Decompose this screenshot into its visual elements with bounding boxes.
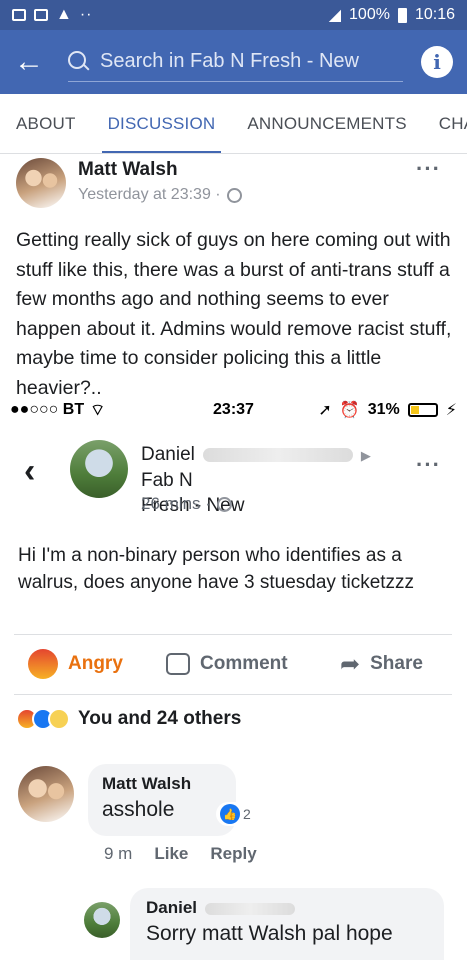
thumbs-up-icon: 👍 [220,804,240,824]
group-tabs: ABOUT DISCUSSION ANNOUNCEMENTS CHA [0,94,467,154]
reply-text: Sorry matt Walsh pal hope [146,922,393,945]
outlook-icon [34,9,48,21]
post-author[interactable]: Matt Walsh [78,159,178,181]
reply-bubble: Daniel Sorry matt Walsh pal hope [130,888,444,960]
comment-text: asshole [102,798,175,821]
comment-reply-link: Reply [210,844,257,863]
embed-author-name: Daniel [141,444,195,465]
tab-chats[interactable]: CHA [439,94,467,153]
comment-like-badge: 👍 2 [216,802,255,826]
comment-button: Comment [166,653,288,675]
redacted-surname [205,902,296,915]
post-text: Getting really sick of guys on here comi… [16,229,452,399]
comment-age: 9 m [104,844,133,863]
angry-reaction-button: Angry [28,649,123,679]
post-timestamp[interactable]: Yesterday at 23:39 · [78,186,221,204]
comment-author: Matt Walsh [102,774,192,793]
comment-label: Comment [200,653,288,674]
notification-bell-icon: ▲ [56,6,72,23]
search-placeholder: Search in Fab N Fresh - New [100,50,359,72]
status-bar: ▲ ·· ◢ 100% 10:16 [0,0,467,30]
comment-icon [166,653,190,675]
embed-group-name: Fab N [141,470,193,491]
globe-icon [216,496,232,512]
comment-bubble: Matt Walsh asshole [88,764,236,836]
share-icon: ➦ [340,650,361,678]
divider [14,694,452,695]
share-label: Share [370,653,423,674]
redacted-surname [202,447,353,462]
comment-like-count: 2 [243,806,251,822]
embed-timestamp: 26 mins · [141,494,211,513]
arrow-right-icon: ▶ [360,448,371,463]
share-button: ➦ Share [340,650,423,679]
reactions-summary: You and 24 others [16,708,241,730]
tab-announcements[interactable]: ANNOUNCEMENTS [247,94,406,153]
ios-battery-icon [407,403,438,417]
avatar [70,440,128,498]
globe-icon [226,187,242,203]
battery-percentage: 100% [349,6,390,23]
back-arrow-icon[interactable]: ← [14,47,54,77]
post-meta: Yesterday at 23:39 · [78,186,242,204]
embed-options-icon: ··· [416,452,441,477]
comment-meta: 9 m Like Reply [104,844,257,864]
gallery-icon [12,9,26,21]
ios-status-bar: ●●○○○ BT ⌔ 23:37 ➚ ⏰ 31% ⚡ [0,394,467,426]
angry-label: Angry [68,653,123,674]
wifi-signal-icon: ◢ [328,7,342,24]
chevron-left-icon: ‹ [24,452,36,490]
reply-author: Daniel [146,898,428,918]
status-overflow-dots: ·· [79,6,93,23]
battery-icon [397,7,407,23]
clock: 10:16 [414,6,455,23]
search-input[interactable]: Search in Fab N Fresh - New [68,42,403,82]
avatar [84,902,120,938]
embed-action-bar: Angry Comment ➦ Share [0,646,467,682]
haha-reaction-icon [48,708,70,730]
ios-clock: 23:37 [213,401,254,418]
embed-post-text: Hi I'm a non-binary person who identifie… [18,545,415,593]
embed-meta: 26 mins · [141,494,232,514]
avatar[interactable] [16,158,66,208]
avatar [18,766,74,822]
info-icon[interactable]: i [421,46,453,78]
angry-face-icon [28,649,58,679]
search-icon [68,50,90,73]
divider [14,634,452,635]
attached-screenshot[interactable]: ●●○○○ BT ⌔ 23:37 ➚ ⏰ 31% ⚡ ‹ Daniel ▶ Fab… [0,394,467,960]
app-bar: ← Search in Fab N Fresh - New i [0,30,467,94]
tab-discussion[interactable]: DISCUSSION [101,94,222,153]
reactions-count: You and 24 others [78,708,242,729]
comment-like-link: Like [154,844,189,863]
tab-about[interactable]: ABOUT [16,94,76,153]
post-options-icon[interactable]: ··· [416,156,441,182]
